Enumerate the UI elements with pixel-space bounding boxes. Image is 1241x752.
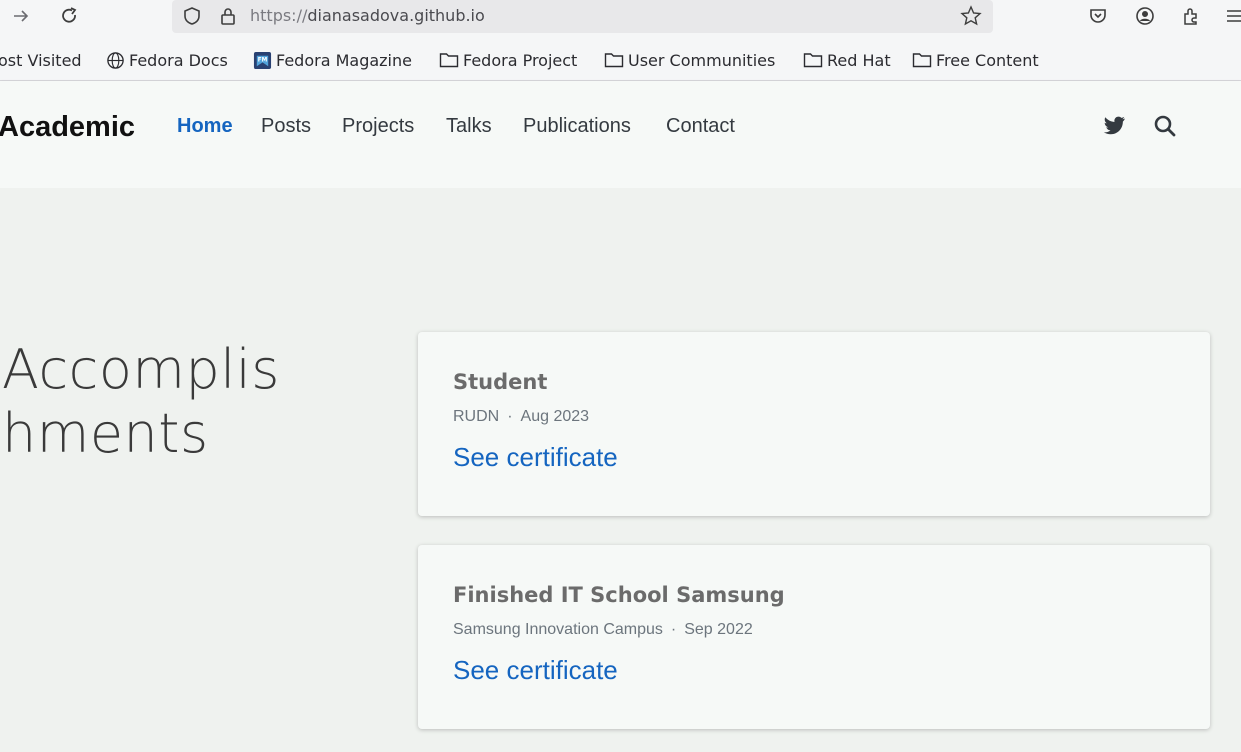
card-title: Student xyxy=(453,370,548,394)
section-title: Accomplis hments xyxy=(2,338,280,466)
nav-posts[interactable]: Posts xyxy=(261,115,311,138)
meta-separator: · xyxy=(507,408,513,425)
extensions-icon[interactable] xyxy=(1179,4,1203,28)
nav-publications[interactable]: Publications xyxy=(523,115,631,138)
bookmark-label: User Communities xyxy=(628,50,776,70)
reload-icon[interactable] xyxy=(56,4,82,28)
twitter-icon[interactable] xyxy=(1101,113,1127,139)
card-title: Finished IT School Samsung xyxy=(453,583,785,607)
bookmark-label: Fedora Magazine xyxy=(276,50,412,70)
dark-mode-moon-icon[interactable] xyxy=(1200,113,1226,139)
card-organization: Samsung Innovation Campus xyxy=(453,621,663,638)
card-date: Aug 2023 xyxy=(520,408,590,425)
bookmark-free-content[interactable]: Free Content xyxy=(912,49,1039,71)
folder-icon xyxy=(604,51,624,69)
folder-icon xyxy=(803,51,823,69)
nav-projects[interactable]: Projects xyxy=(342,115,414,138)
bookmark-most-visited[interactable]: ost Visited xyxy=(0,49,82,71)
site-brand[interactable]: Academic xyxy=(0,111,135,144)
see-certificate-link[interactable]: See certificate xyxy=(453,442,618,473)
card-organization: RUDN xyxy=(453,408,500,425)
bookmark-label: Fedora Docs xyxy=(129,50,228,70)
bookmark-label: Free Content xyxy=(936,50,1039,70)
globe-icon xyxy=(106,51,125,70)
fedora-magazine-icon: FM xyxy=(253,51,272,70)
card-meta: Samsung Innovation Campus · Sep 2022 xyxy=(453,621,753,639)
section-title-line-2: hments xyxy=(2,402,209,465)
nav-contact[interactable]: Contact xyxy=(666,115,735,138)
site-navbar: Academic Home Posts Projects Talks Publi… xyxy=(0,81,1241,174)
forward-icon[interactable] xyxy=(8,4,34,28)
url-field[interactable]: https://dianasadova.github.io xyxy=(172,0,993,33)
bookmark-label: Red Hat xyxy=(827,50,891,70)
accomplishment-card: Student RUDN · Aug 2023 See certificate xyxy=(418,332,1210,516)
url-text[interactable]: https://dianasadova.github.io xyxy=(250,6,485,25)
bookmark-label: ost Visited xyxy=(0,50,82,70)
search-icon[interactable] xyxy=(1152,113,1178,139)
lock-icon[interactable] xyxy=(218,6,238,31)
bookmark-fedora-magazine[interactable]: FM Fedora Magazine xyxy=(253,49,412,71)
card-meta: RUDN · Aug 2023 xyxy=(453,408,589,426)
bookmark-red-hat[interactable]: Red Hat xyxy=(803,49,891,71)
account-icon[interactable] xyxy=(1133,4,1157,28)
navbar-spacer xyxy=(0,174,1241,188)
accomplishment-card: Finished IT School Samsung Samsung Innov… xyxy=(418,545,1210,729)
section-title-line-1: Accomplis xyxy=(2,338,280,401)
tracking-shield-icon[interactable] xyxy=(182,6,202,31)
svg-text:FM: FM xyxy=(258,57,268,63)
folder-icon xyxy=(439,51,459,69)
nav-home[interactable]: Home xyxy=(177,115,233,138)
bookmark-label: Fedora Project xyxy=(463,50,578,70)
bookmark-fedora-project[interactable]: Fedora Project xyxy=(439,49,577,71)
bookmark-fedora-docs[interactable]: Fedora Docs xyxy=(106,49,228,71)
menu-icon[interactable] xyxy=(1225,4,1241,28)
bookmark-user-communities[interactable]: User Communities xyxy=(604,49,775,71)
meta-separator: · xyxy=(670,621,677,638)
bookmark-star-icon[interactable] xyxy=(960,5,982,32)
card-date: Sep 2022 xyxy=(684,621,753,638)
nav-talks[interactable]: Talks xyxy=(446,115,492,138)
pocket-icon[interactable] xyxy=(1086,4,1110,28)
see-certificate-link[interactable]: See certificate xyxy=(453,655,618,686)
browser-toolbar: https://dianasadova.github.io xyxy=(0,0,1241,37)
folder-icon xyxy=(912,51,932,69)
